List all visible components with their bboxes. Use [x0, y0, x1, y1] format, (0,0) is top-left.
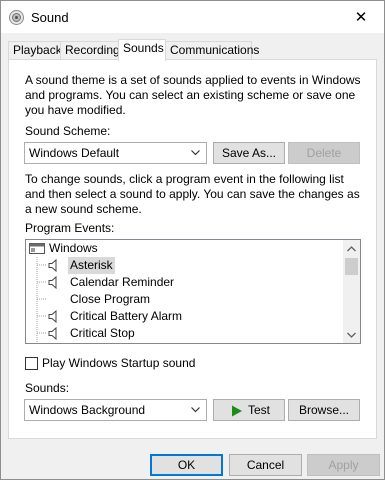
delete-button[interactable]: Delete: [288, 142, 360, 164]
startup-sound-label[interactable]: Play Windows Startup sound: [42, 356, 195, 371]
tab-recording[interactable]: Recording: [60, 41, 120, 60]
speaker-icon: [48, 276, 57, 289]
list-item[interactable]: Asterisk: [46, 257, 126, 274]
close-icon: ✕: [354, 8, 368, 26]
tab-label: Recording: [65, 43, 120, 57]
scroll-thumb[interactable]: [345, 258, 358, 275]
chevron-down-icon: [190, 143, 200, 163]
tab-label: Communications: [170, 43, 260, 57]
chevron-down-icon[interactable]: [343, 326, 360, 343]
scheme-label: Sound Scheme:: [25, 124, 111, 138]
speaker-icon: [48, 259, 57, 272]
scheme-select[interactable]: Windows Default: [24, 142, 207, 164]
close-button[interactable]: ✕: [338, 1, 384, 32]
speaker-icon: [48, 310, 57, 323]
title-bar: Sound ✕: [1, 1, 384, 33]
tab-communications[interactable]: Communications: [165, 41, 259, 60]
list-item-label: Critical Stop: [70, 326, 135, 340]
browse-button[interactable]: Browse...: [288, 399, 360, 421]
play-icon: [232, 405, 242, 417]
intro-text: A sound theme is a set of sounds applied…: [25, 73, 361, 117]
sound-value: Windows Background: [29, 403, 146, 417]
program-events-list[interactable]: Windows Asterisk Calendar Reminder Close…: [25, 239, 361, 344]
sounds-label: Sounds:: [25, 381, 70, 395]
chevron-down-icon: [190, 400, 200, 420]
tab-sounds[interactable]: Sounds: [118, 39, 166, 61]
tab-playback[interactable]: Playback: [8, 41, 62, 60]
sound-select[interactable]: Windows Background: [24, 399, 207, 421]
save-as-button[interactable]: Save As...: [213, 142, 285, 164]
list-item-label: Windows: [49, 241, 98, 255]
tab-label: Playback: [13, 43, 62, 57]
events-scrollbar[interactable]: [343, 240, 360, 343]
list-item-label: Close Program: [70, 292, 151, 306]
speaker-icon: [9, 10, 24, 25]
window-title: Sound: [31, 10, 69, 25]
ok-button[interactable]: OK: [150, 454, 223, 476]
scheme-value: Windows Default: [29, 146, 120, 160]
program-events-label: Program Events:: [25, 221, 115, 235]
startup-sound-checkbox[interactable]: [25, 357, 38, 370]
speaker-icon: [48, 327, 57, 340]
chevron-up-icon[interactable]: [343, 240, 360, 257]
cancel-button[interactable]: Cancel: [229, 454, 302, 476]
tab-label: Sounds: [123, 41, 164, 55]
test-label: Test: [248, 403, 271, 417]
apply-button[interactable]: Apply: [307, 454, 380, 476]
instructions-text: To change sounds, click a program event …: [25, 172, 360, 216]
list-item-label: Asterisk: [68, 257, 115, 274]
list-item-label: Calendar Reminder: [70, 275, 175, 289]
list-item-label: Critical Battery Alarm: [70, 309, 183, 323]
test-button[interactable]: Test: [213, 399, 285, 421]
sound-dialog: Sound ✕ Playback Recording Sounds Commun…: [0, 0, 385, 480]
windows-group-icon: [29, 243, 45, 254]
